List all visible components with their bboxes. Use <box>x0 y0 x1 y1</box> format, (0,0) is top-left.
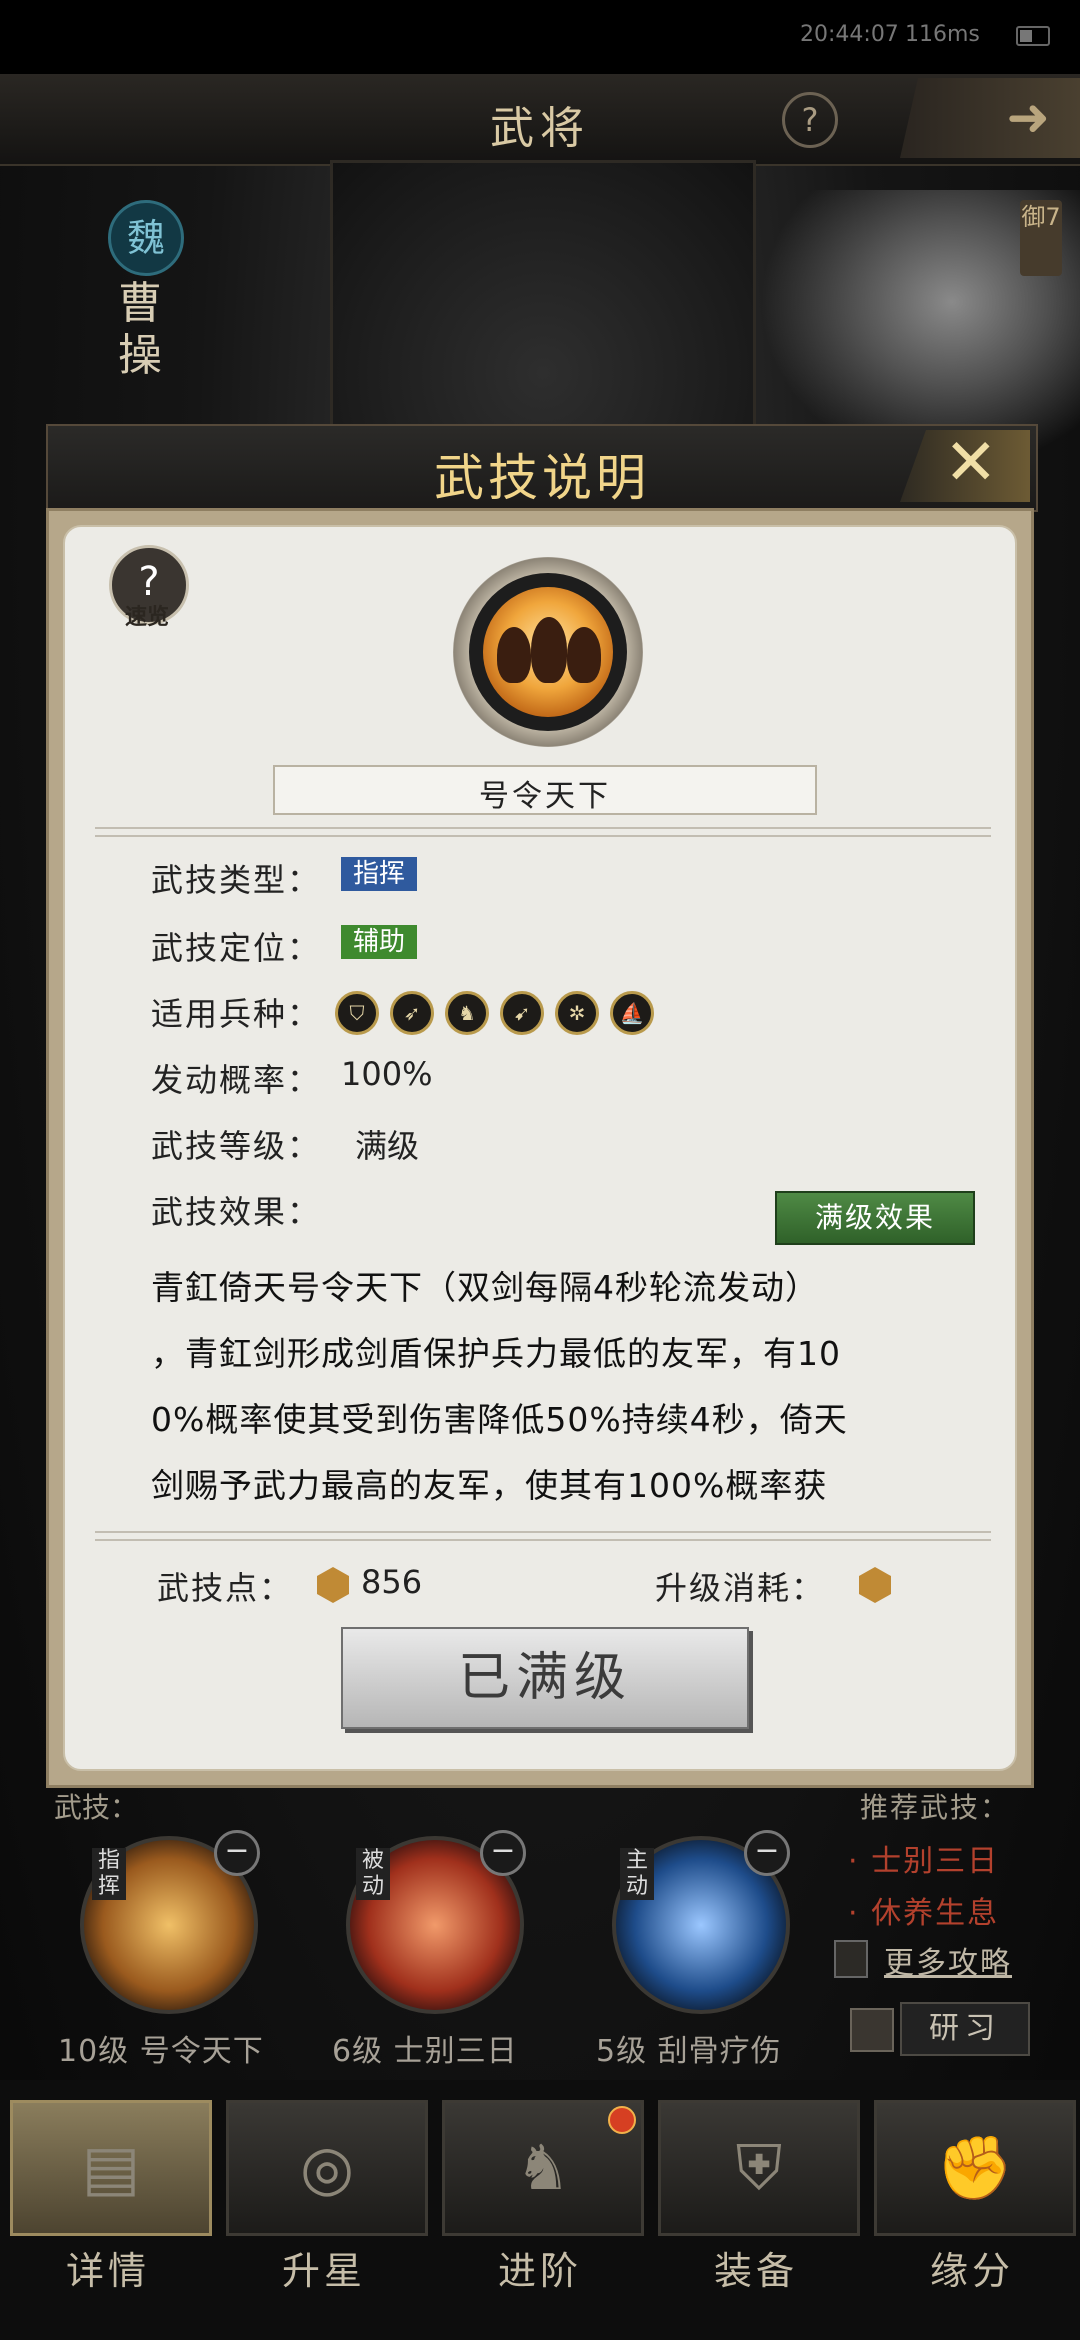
slot-type-tag: 主动 <box>620 1848 654 1900</box>
skill-level-value: 满级 <box>355 1127 420 1165</box>
nav-label: 缘分 <box>929 2249 1014 2293</box>
medallion-icon: ◎ <box>299 2131 355 2204</box>
skill-point-coin-icon <box>859 1567 891 1603</box>
notification-badge <box>608 2106 636 2134</box>
shield-sword-icon: ⛨ <box>735 2131 783 2204</box>
trigger-rate-label: 发动概率： <box>151 1061 322 1099</box>
divider <box>95 1531 991 1541</box>
slot-label: 6级 士别三日 <box>332 2034 518 2069</box>
skill-role-label: 武技定位： <box>151 929 322 967</box>
recommended-skill[interactable]: · 士别三日 <box>848 1836 999 1880</box>
more-guides-link[interactable]: 更多攻略 <box>884 1938 1012 1982</box>
wheel-icon: ✲ <box>555 991 599 1035</box>
slot-type-tag: 指挥 <box>92 1848 126 1900</box>
skill-points-value: 856 <box>361 1563 423 1601</box>
nav-label: 详情 <box>65 2249 150 2293</box>
skill-name-plate: 号令天下 <box>273 765 817 815</box>
skill-level-label: 武技等级： <box>151 1127 322 1165</box>
troop-types-label: 适用兵种： <box>151 995 322 1033</box>
arrow-right-icon: ➜ <box>1006 88 1050 148</box>
effect-line: 青釭倚天号令天下（双剑每隔4秒轮流发动） <box>151 1268 819 1307</box>
scroll-icon: ▤ <box>81 2131 141 2204</box>
remove-skill-icon[interactable]: − <box>744 1830 790 1876</box>
skill-points-label: 武技点： <box>157 1569 294 1607</box>
slot-type-tag: 被动 <box>356 1848 390 1900</box>
status-time: 20:44:07 <box>800 22 899 47</box>
nav-label: 进阶 <box>497 2249 582 2293</box>
close-icon: ✕ <box>944 426 998 500</box>
boat-icon: ⛵ <box>610 991 654 1035</box>
nav-star-up-button[interactable]: ◎ <box>226 2100 428 2236</box>
skill-name: 号令天下 <box>479 779 611 814</box>
upgrade-cost-label: 升级消耗： <box>655 1569 826 1607</box>
faction-badge: 魏 <box>108 200 184 276</box>
nav-label: 升星 <box>281 2249 366 2293</box>
handshake-icon: ✊ <box>936 2131 1014 2204</box>
horse-icon: ♞ <box>445 991 489 1035</box>
skill-type-label: 武技类型： <box>151 861 322 899</box>
skill-effect-text[interactable]: 青釭倚天号令天下（双剑每隔4秒轮流发动） ，青釭剑形成剑盾保护兵力最低的友军，有… <box>151 1255 971 1519</box>
modal-header: 武技说明 <box>46 424 1038 512</box>
skill-role-tag: 辅助 <box>341 925 418 959</box>
command-skill-icon <box>483 587 613 717</box>
remove-skill-icon[interactable]: − <box>480 1830 526 1876</box>
slot-label: 5级 刮骨疗伤 <box>596 2034 782 2069</box>
spear-icon: ➶ <box>390 991 434 1035</box>
recommend-section-label: 推荐武技： <box>860 1791 1011 1824</box>
max-level-button[interactable]: 已满级 <box>341 1627 749 1729</box>
modal-content-panel: ? 速览 号令天下 武技类型： 指挥 武技定位： 辅助 适用兵种： ⛉ ➶ ♞ ➹ ✲ ⛵… <box>63 525 1017 1771</box>
skills-section-label: 武技： <box>54 1791 139 1824</box>
slot-label: 10级 号令天下 <box>58 2034 264 2069</box>
skill-point-coin-icon <box>317 1567 349 1603</box>
nav-bond-button[interactable]: ✊ <box>874 2100 1076 2236</box>
general-portrait <box>330 160 756 463</box>
status-ping: 116ms <box>905 22 980 47</box>
battery-icon <box>1016 26 1050 46</box>
nav-equipment-button[interactable]: ⛨ <box>658 2100 860 2236</box>
effect-line: 剑赐予武力最高的友军，使其有100%概率获 <box>151 1466 828 1505</box>
page-title: 武将 <box>490 103 590 154</box>
modal-body: ? 速览 号令天下 武技类型： 指挥 武技定位： 辅助 适用兵种： ⛉ ➶ ♞ ➹ ✲ ⛵… <box>46 508 1034 1788</box>
defense-tag: 御7 <box>1020 200 1062 276</box>
shield-icon: ⛉ <box>335 991 379 1035</box>
trigger-rate-value: 100% <box>341 1055 433 1093</box>
troop-icons: ⛉ ➶ ♞ ➹ ✲ ⛵ <box>335 991 665 1035</box>
divider <box>95 827 991 837</box>
recommended-skill[interactable]: · 休养生息 <box>848 1888 999 1932</box>
back-button[interactable]: ➜ <box>900 78 1080 158</box>
beast-icon: ♞ <box>515 2131 571 2204</box>
research-icon <box>850 2008 894 2052</box>
nav-details-button[interactable]: ▤ <box>10 2100 212 2236</box>
modal-title: 武技说明 <box>434 449 650 507</box>
effect-line: ，青釭剑形成剑盾保护兵力最低的友军，有10 <box>151 1334 841 1373</box>
nav-label: 装备 <box>713 2249 798 2293</box>
skill-effect-label: 武技效果： <box>151 1193 322 1231</box>
effect-line: 0%概率使其受到伤害降低50%持续4秒，倚天 <box>151 1400 848 1439</box>
skill-type-tag: 指挥 <box>341 857 418 891</box>
bow-icon: ➹ <box>500 991 544 1035</box>
research-button[interactable]: 研习 <box>900 2002 1030 2056</box>
guide-book-icon <box>834 1940 868 1978</box>
help-button[interactable]: ? <box>782 92 838 148</box>
quick-view-label[interactable]: 速览 <box>107 599 187 631</box>
general-name: 曹操 <box>118 278 162 381</box>
remove-skill-icon[interactable]: − <box>214 1830 260 1876</box>
max-effect-button[interactable]: 满级效果 <box>775 1191 975 1245</box>
